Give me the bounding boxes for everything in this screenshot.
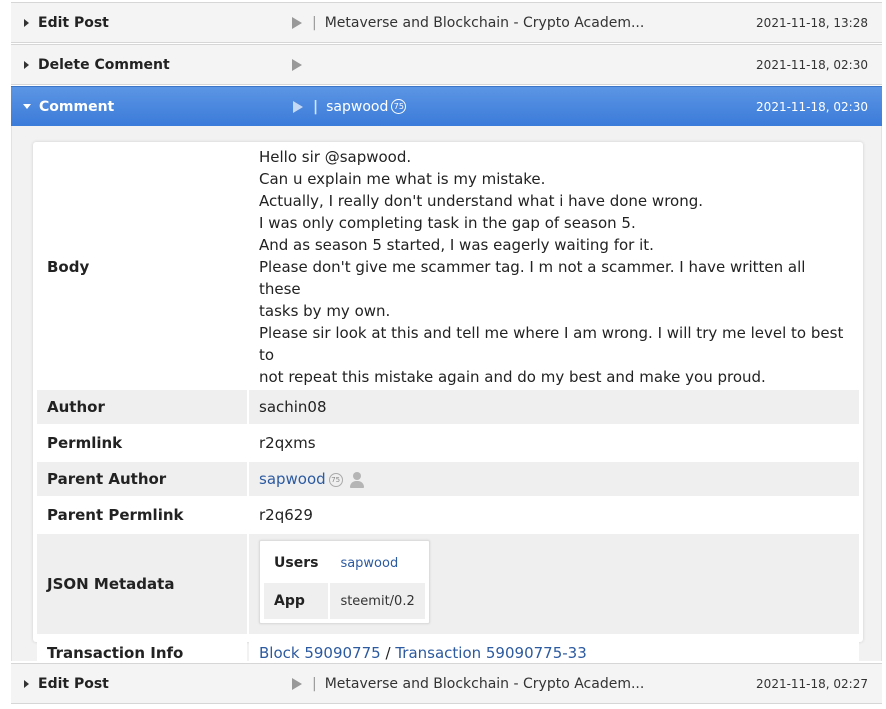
body-line: not repeat this mistake again and do my …: [259, 368, 766, 386]
json-row-users: Users sapwood: [264, 545, 425, 581]
operation-row-comment[interactable]: Comment | sapwood 75 2021-11-18, 02:30: [11, 86, 882, 127]
operation-type: Edit Post: [38, 675, 109, 692]
play-icon[interactable]: [292, 677, 302, 690]
permlink-link[interactable]: r2qxms: [249, 426, 859, 460]
author-link[interactable]: sachin08: [249, 390, 859, 424]
parent-permlink-label: Parent Permlink: [37, 498, 247, 532]
operation-summary[interactable]: Metaverse and Blockchain - Crypto Academ…: [325, 676, 756, 692]
play-icon[interactable]: [292, 58, 302, 71]
operation-row-delete-comment[interactable]: Delete Comment 2021-11-18, 02:30: [11, 44, 882, 85]
json-metadata-value: Users sapwood App steemit/0.2: [249, 534, 859, 634]
body-line: Can u explain me what is my mistake.: [259, 170, 546, 188]
json-metadata-table: Users sapwood App steemit/0.2: [262, 543, 427, 621]
transaction-link[interactable]: Transaction 59090775-33: [395, 644, 586, 662]
transaction-separator: /: [385, 644, 391, 662]
json-users-label: Users: [264, 545, 329, 581]
operation-row-edit-post[interactable]: Edit Post | Metaverse and Blockchain - C…: [11, 663, 882, 704]
operation-details-panel: Body Hello sir @sapwood. Can u explain m…: [11, 126, 882, 670]
operation-type: Comment: [39, 98, 115, 115]
operation-timestamp: 2021-11-18, 13:28: [756, 15, 868, 30]
operation-timestamp: 2021-11-18, 02:30: [756, 99, 868, 114]
reputation-badge: 75: [391, 99, 407, 114]
operation-timestamp: 2021-11-18, 02:30: [756, 57, 868, 72]
operation-type: Edit Post: [38, 14, 109, 31]
json-metadata-box: Users sapwood App steemit/0.2: [259, 540, 430, 624]
body-line: Hello sir @sapwood.: [259, 148, 412, 166]
json-metadata-label: JSON Metadata: [37, 534, 247, 634]
operation-summary[interactable]: Metaverse and Blockchain - Crypto Academ…: [325, 15, 756, 31]
details-row-parent-permlink: Parent Permlink r2q629: [37, 498, 859, 532]
parent-permlink-link[interactable]: r2q629: [249, 498, 859, 532]
details-row-parent-author: Parent Author sapwood 75: [37, 462, 859, 496]
body-label: Body: [37, 146, 247, 388]
details-table: Body Hello sir @sapwood. Can u explain m…: [35, 144, 861, 672]
body-line: tasks by my own.: [259, 302, 391, 320]
details-row-permlink: Permlink r2qxms: [37, 426, 859, 460]
operation-type: Delete Comment: [38, 56, 170, 73]
body-line: Actually, I really don't understand what…: [259, 192, 704, 210]
parent-author-link[interactable]: sapwood: [259, 470, 326, 488]
operations-list: Edit Post | Metaverse and Blockchain - C…: [0, 0, 886, 709]
operation-summary-user[interactable]: sapwood 75: [326, 99, 756, 115]
caret-right-icon[interactable]: [24, 679, 29, 688]
play-icon[interactable]: [292, 16, 302, 29]
body-line: Please don't give me scammer tag. I m no…: [259, 258, 806, 298]
details-row-body: Body Hello sir @sapwood. Can u explain m…: [37, 146, 859, 388]
permlink-label: Permlink: [37, 426, 247, 460]
author-label: Author: [37, 390, 247, 424]
json-app-value: steemit/0.2: [330, 583, 425, 619]
body-line: Please sir look at this and tell me wher…: [259, 324, 844, 364]
play-icon[interactable]: [293, 100, 303, 113]
json-app-label: App: [264, 583, 329, 619]
separator: |: [312, 675, 317, 692]
caret-down-icon[interactable]: [23, 104, 31, 109]
parent-author-value: sapwood 75: [249, 462, 859, 496]
user-icon[interactable]: [349, 471, 365, 488]
operation-timestamp: 2021-11-18, 02:27: [756, 676, 868, 691]
caret-right-icon[interactable]: [24, 18, 29, 27]
body-line: And as season 5 started, I was eagerly w…: [259, 236, 654, 254]
body-value: Hello sir @sapwood. Can u explain me wha…: [249, 146, 859, 388]
separator: |: [312, 14, 317, 31]
block-link[interactable]: Block 59090775: [259, 644, 381, 662]
body-line: I was only completing task in the gap of…: [259, 214, 636, 232]
separator: |: [313, 98, 319, 115]
json-row-app: App steemit/0.2: [264, 583, 425, 619]
details-row-json-metadata: JSON Metadata Users sapwood App steemit/…: [37, 534, 859, 634]
details-card: Body Hello sir @sapwood. Can u explain m…: [33, 142, 863, 670]
operation-row-edit-post[interactable]: Edit Post | Metaverse and Blockchain - C…: [11, 2, 882, 43]
json-users-link[interactable]: sapwood: [330, 545, 425, 581]
parent-author-label: Parent Author: [37, 462, 247, 496]
details-row-author: Author sachin08: [37, 390, 859, 424]
reputation-badge: 75: [328, 472, 343, 487]
caret-right-icon[interactable]: [24, 60, 29, 69]
